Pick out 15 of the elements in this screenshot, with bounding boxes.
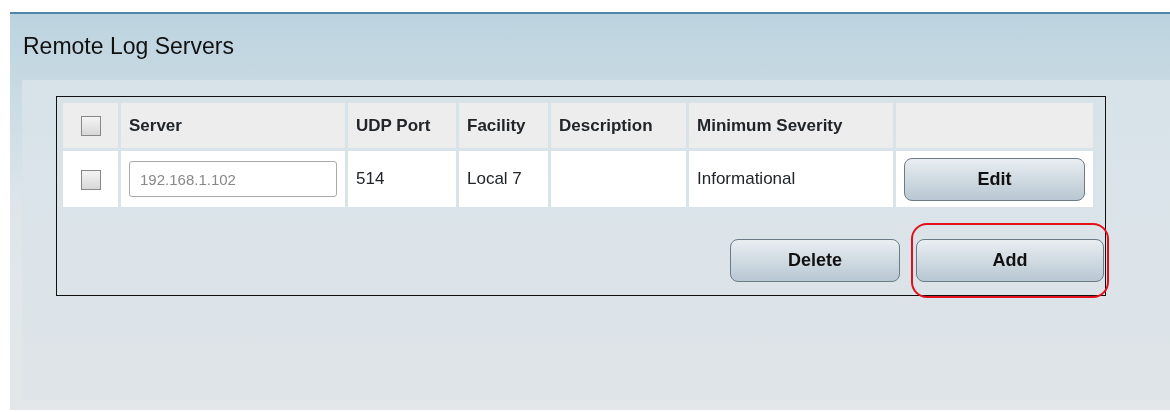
table-cell: Local 7	[459, 151, 548, 207]
section-title: Remote Log Servers	[22, 32, 235, 61]
server-field[interactable]: 192.168.1.102	[129, 161, 337, 197]
select-all-checkbox[interactable]	[80, 116, 101, 137]
table-cell: Informational	[689, 151, 893, 207]
column-header: UDP Port	[348, 103, 456, 148]
table-cell: 514	[348, 151, 456, 207]
column-header: Facility	[459, 103, 548, 148]
column-header: Description	[551, 103, 686, 148]
delete-button[interactable]: Delete	[730, 239, 900, 282]
add-button[interactable]: Add	[916, 239, 1104, 282]
row-checkbox[interactable]	[80, 169, 101, 190]
column-header: Server	[121, 103, 345, 148]
column-header: Minimum Severity	[689, 103, 893, 148]
edit-button[interactable]: Edit	[904, 157, 1085, 201]
